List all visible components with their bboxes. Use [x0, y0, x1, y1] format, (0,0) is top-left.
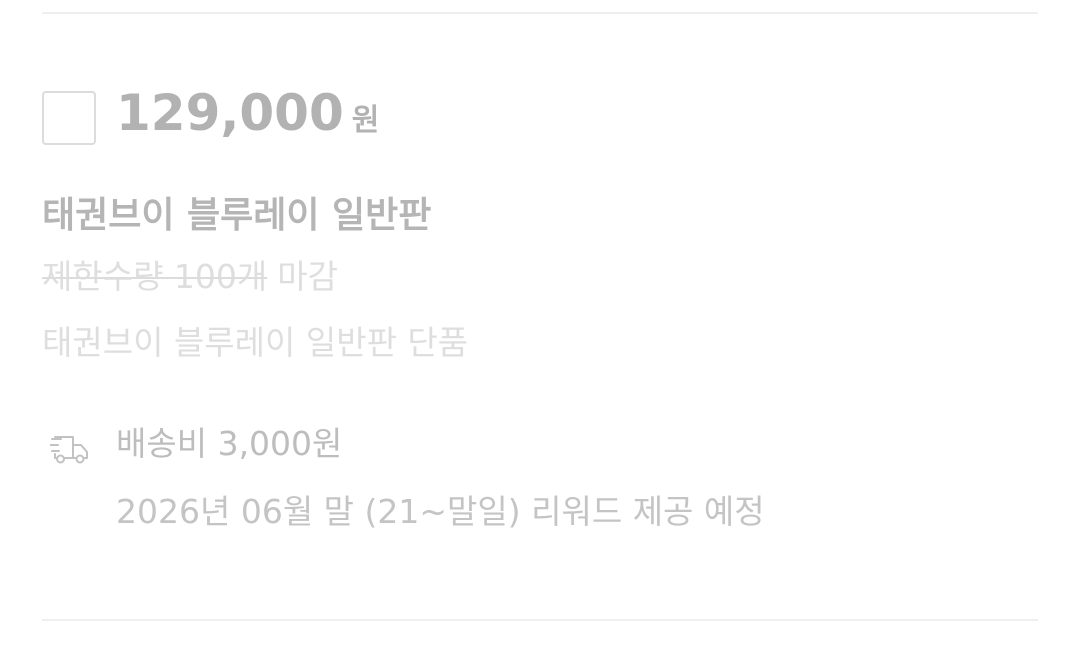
price-unit: 원	[351, 103, 380, 138]
limit-row: 제한수량 100개 마감	[42, 250, 338, 298]
reward-select-checkbox[interactable]	[42, 91, 96, 145]
delivery-schedule: 2026년 06월 말 (21~말일) 리워드 제공 예정	[116, 492, 765, 531]
reward-option-card[interactable]: 129,000 원 태권브이 블루레이 일반판 제한수량 100개 마감 태권브이 …	[42, 14, 1038, 619]
bottom-divider	[42, 619, 1038, 621]
truck-icon	[49, 434, 90, 466]
price-row: 129,000 원	[116, 84, 379, 142]
reward-composition: 태권브이 블루레이 일반판 단품	[42, 323, 469, 362]
shipping-fee: 배송비 3,000원	[116, 424, 343, 463]
closed-label: 마감	[277, 257, 339, 296]
limited-quantity-text: 제한수량 100개	[42, 257, 268, 296]
reward-title: 태권브이 블루레이 일반판	[42, 195, 432, 236]
price-amount: 129,000	[116, 84, 344, 142]
